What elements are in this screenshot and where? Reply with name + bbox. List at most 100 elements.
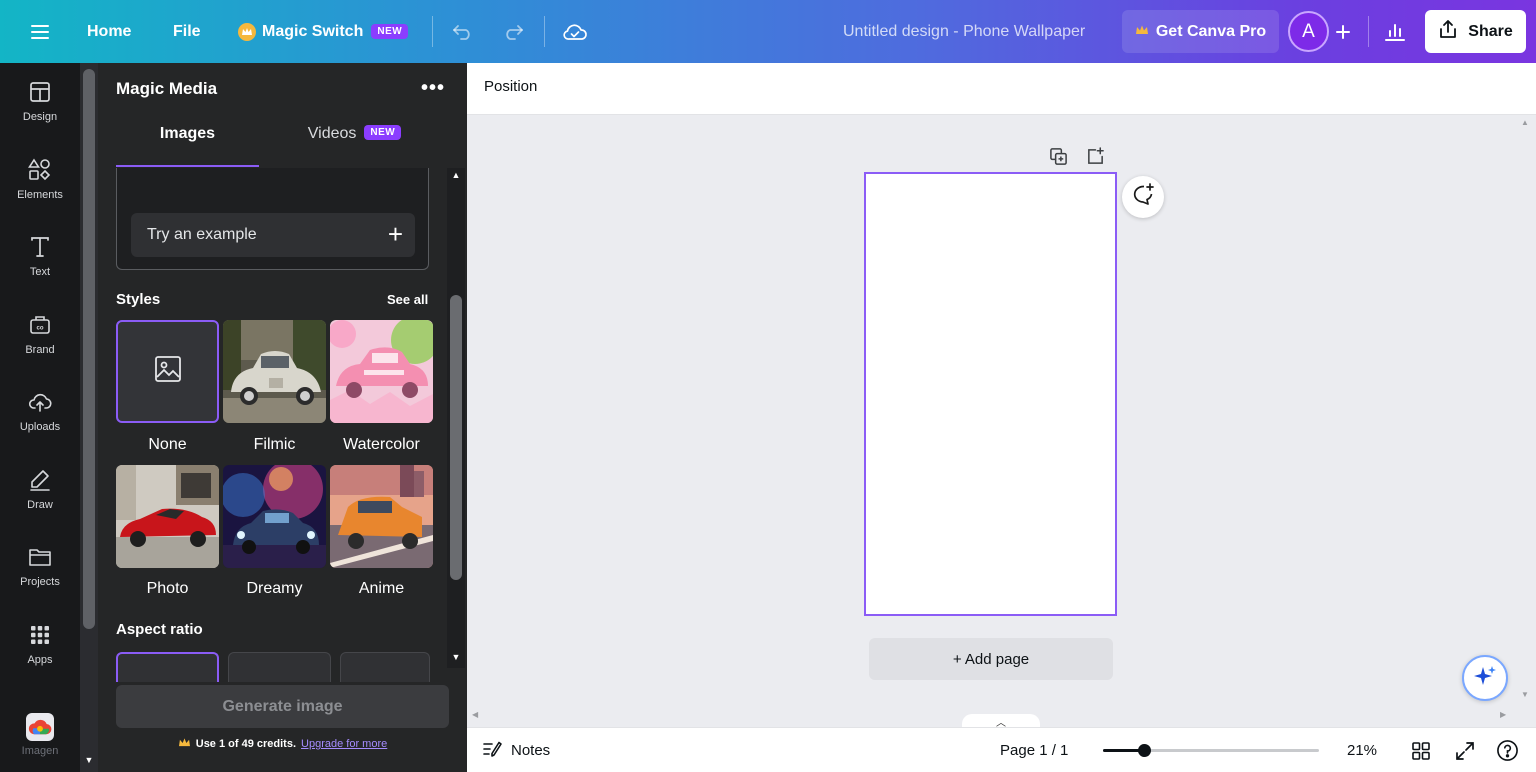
page-tools	[1049, 147, 1105, 171]
layout-icon	[28, 80, 52, 107]
scrollbar-thumb[interactable]	[450, 295, 462, 580]
style-watercolor-thumb[interactable]	[330, 320, 433, 423]
aspect-ratio-heading: Aspect ratio	[116, 621, 203, 638]
panel-title: Magic Media	[116, 79, 218, 98]
crown-icon	[1135, 23, 1149, 41]
more-options-icon[interactable]: •••	[418, 75, 448, 101]
tab-videos[interactable]: Videos NEW	[288, 125, 421, 167]
scroll-down-icon[interactable]: ▼	[80, 755, 98, 765]
menu-icon[interactable]	[24, 0, 56, 63]
style-label: Watercolor	[343, 436, 420, 453]
add-comment-button[interactable]	[1122, 176, 1164, 218]
aspect-ratio-option[interactable]	[340, 652, 430, 682]
nav-text[interactable]: Text	[0, 221, 80, 291]
see-all-link[interactable]: See all	[387, 292, 428, 307]
credits-text: Use 1 of 49 credits.	[195, 738, 297, 750]
scroll-down-icon[interactable]: ▼	[447, 652, 465, 662]
folder-icon	[28, 545, 52, 572]
scroll-up-icon[interactable]: ▲	[1521, 118, 1529, 127]
share-button[interactable]: Share	[1425, 10, 1526, 53]
new-badge: NEW	[364, 125, 402, 140]
pen-icon	[28, 468, 52, 495]
scroll-down-icon[interactable]: ▼	[1521, 690, 1529, 699]
magic-switch-button[interactable]: Magic Switch NEW	[238, 0, 409, 63]
plus-icon: +	[387, 219, 403, 249]
zoom-slider[interactable]	[1103, 744, 1319, 757]
nav-apps[interactable]: Apps	[0, 609, 80, 679]
nav-label: Uploads	[19, 420, 61, 433]
duplicate-page-icon[interactable]	[1049, 147, 1068, 171]
nav-scrollbar[interactable]: ▼	[80, 63, 98, 772]
style-label: Anime	[358, 580, 405, 597]
style-dreamy-thumb[interactable]	[223, 465, 326, 568]
position-button[interactable]: Position	[484, 78, 537, 95]
divider	[544, 16, 545, 47]
style-none-thumb[interactable]	[116, 320, 219, 423]
nav-label: Text	[29, 265, 51, 278]
help-icon[interactable]	[1496, 728, 1519, 772]
crown-icon	[178, 737, 191, 751]
shapes-icon	[28, 158, 52, 185]
svg-text:co: co	[36, 325, 43, 331]
nav-label: Elements	[17, 188, 63, 201]
style-anime-thumb[interactable]	[330, 465, 433, 568]
undo-icon[interactable]	[450, 0, 476, 63]
zoom-slider-handle[interactable]	[1138, 744, 1151, 757]
styles-heading: Styles	[116, 291, 161, 308]
zoom-level[interactable]: 21%	[1347, 728, 1377, 772]
plus-icon[interactable]	[1332, 0, 1354, 63]
nav-brand[interactable]: co Brand	[0, 299, 80, 369]
share-icon	[1438, 19, 1458, 44]
notes-button[interactable]: Notes	[483, 728, 550, 772]
context-toolbar: Position	[467, 63, 1536, 115]
text-icon	[28, 235, 52, 262]
cloud-saved-icon[interactable]	[561, 0, 589, 63]
aspect-ratio-option[interactable]	[228, 652, 331, 682]
document-title[interactable]: Untitled design - Phone Wallpaper	[843, 0, 1085, 63]
nav-imagen[interactable]: Imagen	[0, 700, 80, 770]
grid-icon	[28, 623, 52, 650]
magic-assistant-button[interactable]	[1462, 655, 1508, 701]
design-page[interactable]	[864, 172, 1117, 616]
style-label: None	[148, 436, 187, 453]
expand-pages-button[interactable]: ︿	[962, 714, 1040, 729]
imagen-logo	[26, 713, 54, 741]
fullscreen-icon[interactable]	[1455, 728, 1475, 772]
crown-icon	[238, 22, 256, 41]
scroll-left-icon[interactable]: ◀	[472, 710, 478, 719]
aspect-ratio-option[interactable]	[116, 652, 219, 682]
try-example-button[interactable]: Try an example +	[131, 213, 415, 257]
nav-elements[interactable]: Elements	[0, 144, 80, 214]
file-menu-button[interactable]: File	[173, 0, 201, 63]
upgrade-link[interactable]: Upgrade for more	[301, 738, 387, 750]
scroll-up-icon[interactable]: ▲	[447, 170, 465, 180]
page-indicator[interactable]: Page 1 / 1	[1000, 728, 1068, 772]
get-canva-pro-button[interactable]: Get Canva Pro	[1122, 10, 1279, 53]
style-filmic-thumb[interactable]	[223, 320, 326, 423]
tab-images[interactable]: Images	[116, 125, 259, 167]
nav-design[interactable]: Design	[0, 66, 80, 136]
avatar[interactable]: A	[1288, 11, 1329, 52]
grid-view-icon[interactable]	[1411, 728, 1431, 772]
analytics-icon[interactable]	[1382, 0, 1408, 63]
add-page-button[interactable]: + Add page	[869, 638, 1113, 680]
bottom-bar: Notes Page 1 / 1 21%	[467, 727, 1536, 772]
canvas-vertical-scrollbar[interactable]: ▲ ▼	[1518, 118, 1532, 708]
left-nav: Design Elements Text co Brand Uploads Dr…	[0, 63, 80, 772]
panel-scrollbar[interactable]: ▲ ▼	[447, 168, 465, 668]
tab-label: Videos	[307, 125, 357, 142]
home-button[interactable]: Home	[87, 0, 131, 63]
nav-draw[interactable]: Draw	[0, 454, 80, 524]
add-page-icon[interactable]	[1086, 147, 1105, 171]
nav-projects[interactable]: Projects	[0, 531, 80, 601]
scrollbar-thumb[interactable]	[83, 69, 95, 629]
style-label: Filmic	[253, 436, 296, 453]
scroll-right-icon[interactable]: ▶	[1500, 710, 1506, 719]
nav-uploads[interactable]: Uploads	[0, 376, 80, 446]
redo-icon[interactable]	[500, 0, 526, 63]
style-photo-thumb[interactable]	[116, 465, 219, 568]
generate-image-button[interactable]: Generate image	[116, 685, 449, 728]
magic-media-panel: Magic Media ••• Images Videos NEW Try an…	[98, 63, 467, 772]
prompt-input-area[interactable]: Try an example +	[116, 168, 429, 270]
share-label: Share	[1468, 22, 1513, 40]
